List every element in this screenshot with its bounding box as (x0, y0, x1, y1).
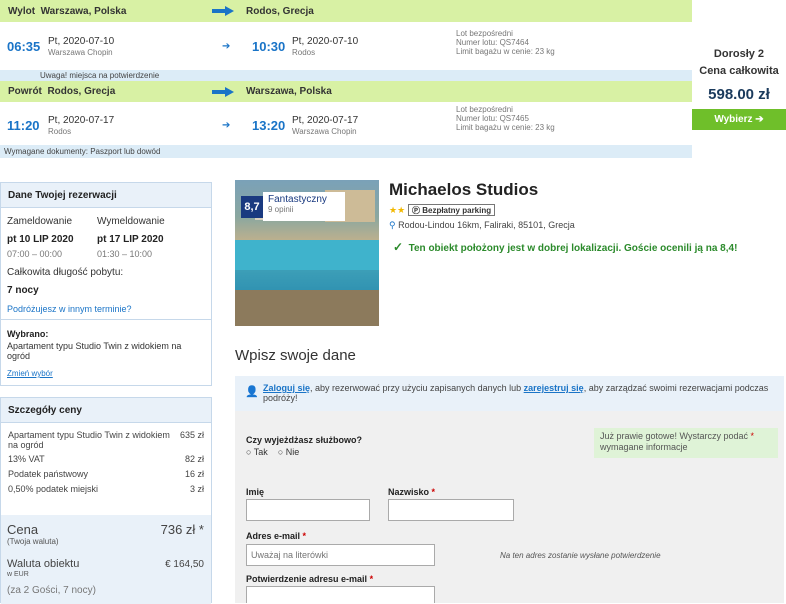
price-row: Apartament typu Studio Twin z widokiem n… (8, 430, 204, 450)
documents-note: Wymagane dokumenty: Paszport lub dowód (0, 145, 692, 158)
review-count: 9 opinii (268, 205, 294, 214)
return-dep-airport: Rodos (48, 127, 72, 136)
login-link[interactable]: Zaloguj się (263, 383, 310, 393)
change-choice-link[interactable]: Zmień wybór (7, 369, 53, 378)
last-name-label: Nazwisko (388, 487, 430, 497)
arrow-right-icon (212, 87, 234, 97)
form-heading: Wpisz swoje dane (235, 347, 356, 364)
email-confirm-label: Potwierdzenie adresu e-mail (246, 574, 368, 584)
flight-summary: Wylot Warszawa, Polska Rodos, Grecja 06:… (0, 0, 692, 170)
star-rating: ★★ (389, 205, 406, 215)
change-dates-link[interactable]: Podróżujesz w innym terminie? (7, 304, 132, 314)
return-info: Lot bezpośredni Numer lotu: QS7465 Limit… (456, 105, 555, 132)
register-link[interactable]: zarejestruj się (524, 383, 584, 393)
location-note: Ten obiekt położony jest w dobrej lokali… (408, 243, 738, 254)
business-no-radio[interactable]: ○ Nie (278, 447, 299, 457)
price-details-title: Szczegóły ceny (1, 398, 211, 423)
return-from: Rodos, Grecja (47, 86, 116, 97)
outbound-arr-time: 10:30 (252, 39, 286, 54)
arrow-right-icon (212, 6, 234, 16)
total-sub: (Twoja waluta) (7, 537, 59, 546)
hotel-address: Rodou-Lindou 16km, Faliraki, 85101, Grec… (398, 220, 575, 230)
review-score: 8,7 (241, 196, 263, 218)
outbound-arr-airport: Rodos (292, 48, 316, 57)
return-arr-time: 13:20 (252, 118, 286, 133)
parking-badge: Ⓟ Bezpłatny parking (408, 204, 496, 216)
checkmark-icon: ✓ (393, 240, 404, 254)
email-input[interactable] (246, 544, 435, 566)
outbound-note: Uwaga! miejsca na potwierdzenie (0, 70, 692, 81)
adults-count: Dorosły 2 (713, 48, 765, 60)
review-summary: Fantastyczny 9 opinii (263, 192, 345, 221)
outbound-row: 06:35 Pt, 2020-07-10 Warszawa Chopin ➔ 1… (0, 22, 692, 70)
checkin-label: Zameldowanie (7, 216, 73, 227)
chosen-room: Apartament typu Studio Twin z widokiem n… (7, 341, 182, 361)
last-name-input[interactable] (388, 499, 514, 521)
guests-nights: (za 2 Gości, 7 nocy) (7, 585, 96, 596)
return-row: 11:20 Pt, 2020-07-17 Rodos ➔ 13:20 Pt, 2… (0, 102, 692, 145)
location-pin-icon: ⚲ (389, 220, 396, 230)
price-details: Szczegóły ceny Apartament typu Studio Tw… (0, 397, 212, 604)
reservation-details: Dane Twojej rezerwacji Zameldowanie Wyme… (0, 182, 212, 386)
return-bar: Powrót Rodos, Grecja Warszawa, Polska (0, 81, 692, 102)
outbound-dep-date: Pt, 2020-07-10 (48, 36, 115, 47)
hotel-name: Michaelos Studios (389, 180, 539, 199)
outbound-dep-airport: Warszawa Chopin (48, 48, 113, 57)
outbound-dep-time: 06:35 (7, 39, 41, 54)
total-price-label: Cena całkowita (699, 65, 779, 77)
return-to: Warszawa, Polska (246, 86, 332, 97)
checkin-date: pt 10 LIP 2020 (7, 234, 74, 245)
outbound-label: Wylot (8, 5, 36, 17)
arrow-small-icon: ➔ (222, 41, 231, 52)
ready-note: Już prawie gotowe! Wystarczy podać * wym… (594, 428, 778, 458)
price-row: 13% VAT 82 zł (8, 454, 204, 464)
user-icon: 👤 (245, 386, 259, 398)
total-price: 598.00 zł (708, 86, 770, 103)
duration: 7 nocy (7, 285, 39, 296)
login-bar: 👤 Zaloguj się, aby rezerwować przy użyci… (235, 376, 784, 411)
chosen-label: Wybrano: (7, 329, 49, 339)
outbound-info: Lot bezpośredni Numer lotu: QS7464 Limit… (456, 29, 555, 56)
business-question: Czy wyjeżdżasz służbowo? (246, 435, 363, 445)
select-button[interactable]: Wybierz ➔ (692, 109, 786, 130)
email-label: Adres e-mail (246, 531, 301, 541)
arrow-right-icon: ➔ (755, 114, 764, 125)
checkout-date: pt 17 LIP 2020 (97, 234, 164, 245)
outbound-to: Rodos, Grecja (246, 5, 314, 17)
return-arr-airport: Warszawa Chopin (292, 127, 357, 136)
price-rows: Apartament typu Studio Twin z widokiem n… (1, 423, 211, 498)
total-value: 736 zł * (160, 522, 204, 537)
business-yes-radio[interactable]: ○ Tak (246, 447, 268, 457)
price-total-area: Cena (Twoja waluta) 736 zł * Waluta obie… (1, 515, 211, 604)
first-name-label: Imię (246, 487, 265, 497)
first-name-input[interactable] (246, 499, 370, 521)
hotel-currency-label: Waluta obiektu (7, 558, 80, 570)
divider (1, 319, 211, 320)
duration-label: Całkowita długość pobytu: (7, 267, 124, 278)
return-dep-time: 11:20 (7, 118, 40, 133)
hotel-currency-sub: w EUR (7, 571, 29, 578)
review-word: Fantastyczny (268, 194, 327, 205)
hotel-currency-value: € 164,50 (165, 559, 204, 570)
email-confirm-input[interactable] (246, 586, 435, 603)
outbound-arr-date: Pt, 2020-07-10 (292, 36, 359, 47)
price-row: 0,50% podatek miejski 3 zł (8, 484, 204, 494)
return-label: Powrót (8, 86, 42, 97)
reservation-title: Dane Twojej rezerwacji (1, 183, 211, 208)
guest-form: Czy wyjeżdżasz służbowo? ○ Tak ○ Nie Już… (235, 411, 784, 603)
checkout-label: Wymeldowanie (97, 216, 165, 227)
checkout-time: 01:30 – 10:00 (97, 249, 153, 259)
outbound-bar: Wylot Warszawa, Polska Rodos, Grecja (0, 0, 692, 22)
flight-price-box: Dorosły 2 Cena całkowita 598.00 zł Wybie… (692, 0, 786, 170)
arrow-small-icon: ➔ (222, 120, 231, 131)
checkin-time: 07:00 – 00:00 (7, 249, 63, 259)
outbound-from: Warszawa, Polska (40, 5, 127, 17)
email-note: Na ten adres zostanie wysłane potwierdze… (500, 551, 661, 560)
price-row: Podatek państwowy 16 zł (8, 469, 204, 479)
total-label: Cena (7, 522, 39, 537)
return-dep-date: Pt, 2020-07-17 (48, 115, 115, 126)
return-arr-date: Pt, 2020-07-17 (292, 115, 359, 126)
